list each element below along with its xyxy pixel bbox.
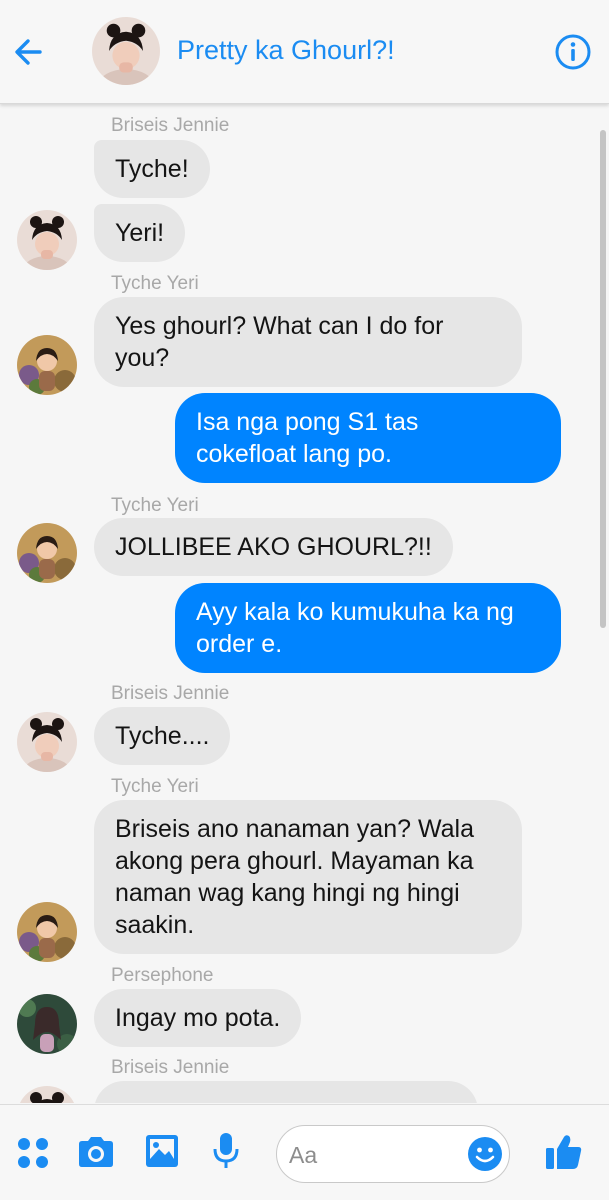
avatar[interactable] bbox=[17, 335, 77, 395]
conversation-header: Pretty ka Ghourl?! bbox=[0, 0, 609, 104]
microphone-icon[interactable] bbox=[212, 1131, 240, 1176]
message-thread[interactable]: Briseis Jennie Tyche! Yeri! Tyche Yeri Y… bbox=[0, 105, 609, 1103]
message-text: JOLLIBEE AKO GHOURL?!! bbox=[115, 533, 432, 561]
avatar[interactable] bbox=[17, 994, 77, 1054]
apps-icon[interactable] bbox=[15, 1135, 51, 1176]
message-text-line: Ayy kala ko kumukuha ka ng bbox=[196, 598, 514, 626]
image-icon[interactable] bbox=[144, 1133, 180, 1174]
message-text-line: saakin. bbox=[115, 911, 195, 939]
sender-name: Tyche Yeri bbox=[111, 776, 199, 797]
avatar[interactable] bbox=[17, 712, 77, 772]
incoming-message-partial[interactable] bbox=[94, 1081, 478, 1103]
group-avatar[interactable] bbox=[92, 17, 160, 85]
message-text-line: cokefloat lang po. bbox=[196, 440, 392, 468]
incoming-message[interactable]: Briseis ano nanaman yan? Wala akong pera… bbox=[94, 800, 522, 954]
sender-name: Briseis Jennie bbox=[111, 115, 230, 136]
message-text: Yeri! bbox=[115, 219, 165, 247]
incoming-message[interactable]: Ingay mo pota. bbox=[94, 989, 302, 1047]
sender-name: Briseis Jennie bbox=[111, 1057, 230, 1078]
message-text-line: Briseis ano nanaman yan? Wala bbox=[115, 815, 474, 843]
outgoing-message[interactable]: Isa nga pong S1 tas cokefloat lang po. bbox=[175, 393, 561, 483]
scrollbar[interactable] bbox=[600, 130, 606, 628]
sender-name: Tyche Yeri bbox=[111, 273, 199, 294]
message-input[interactable] bbox=[289, 1140, 459, 1170]
message-text-line: akong pera ghourl. Mayaman ka bbox=[115, 847, 474, 875]
message-text: Tyche! bbox=[115, 155, 189, 183]
sender-name: Tyche Yeri bbox=[111, 495, 199, 516]
camera-icon[interactable] bbox=[76, 1135, 116, 1174]
composer-bar bbox=[0, 1104, 609, 1200]
message-text-line: Isa nga pong S1 tas bbox=[196, 408, 419, 436]
incoming-message[interactable]: Yes ghourl? What can I do for you? bbox=[94, 297, 522, 387]
sender-name: Briseis Jennie bbox=[111, 683, 230, 704]
incoming-message[interactable]: JOLLIBEE AKO GHOURL?!! bbox=[94, 518, 453, 576]
avatar[interactable] bbox=[17, 1086, 77, 1103]
avatar[interactable] bbox=[17, 523, 77, 583]
message-text-line: Yes ghourl? What can I do for bbox=[115, 312, 444, 340]
avatar[interactable] bbox=[17, 210, 77, 270]
sender-name: Persephone bbox=[111, 965, 214, 986]
incoming-message[interactable]: Tyche! bbox=[94, 140, 210, 198]
outgoing-message[interactable]: Ayy kala ko kumukuha ka ng order e. bbox=[175, 583, 561, 673]
back-arrow-icon[interactable] bbox=[10, 34, 46, 70]
incoming-message[interactable]: Yeri! bbox=[94, 204, 186, 262]
message-text-line: order e. bbox=[196, 630, 283, 658]
incoming-message[interactable]: Tyche.... bbox=[94, 707, 231, 765]
emoji-icon[interactable] bbox=[467, 1136, 503, 1172]
message-input-box[interactable] bbox=[276, 1125, 510, 1183]
message-text: Tyche.... bbox=[115, 722, 210, 750]
info-icon[interactable] bbox=[554, 33, 592, 71]
avatar[interactable] bbox=[17, 902, 77, 962]
message-text-line: you? bbox=[115, 344, 170, 372]
conversation-title[interactable]: Pretty ka Ghourl?! bbox=[177, 35, 395, 66]
thumbs-up-icon[interactable] bbox=[544, 1133, 584, 1176]
message-text-line: naman wag kang hingi ng hingi bbox=[115, 879, 460, 907]
message-text: Ingay mo pota. bbox=[115, 1004, 281, 1032]
